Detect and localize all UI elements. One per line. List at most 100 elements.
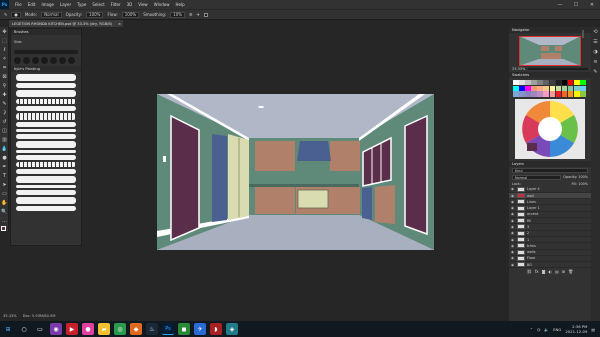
brush-stroke-preview[interactable] bbox=[16, 155, 76, 160]
eye-icon[interactable]: ◉ bbox=[511, 219, 515, 223]
eye-icon[interactable]: ◉ bbox=[511, 231, 515, 235]
navigator-zoom[interactable]: 33.33% bbox=[512, 67, 525, 71]
swatch[interactable] bbox=[573, 91, 580, 97]
eye-icon[interactable]: ◉ bbox=[511, 225, 515, 229]
network-icon[interactable]: ⌬ bbox=[537, 327, 540, 332]
eraser-tool-icon[interactable]: ◫ bbox=[0, 126, 9, 135]
move-tool-icon[interactable]: ✥ bbox=[0, 27, 9, 36]
swatch[interactable] bbox=[573, 80, 580, 86]
swatch[interactable] bbox=[549, 91, 556, 97]
app-icon-pink[interactable]: ● bbox=[82, 323, 94, 335]
swatch[interactable] bbox=[531, 80, 537, 86]
task-view-icon[interactable]: ▭ bbox=[34, 323, 46, 335]
brush-preset[interactable] bbox=[14, 57, 21, 64]
brush-preset[interactable] bbox=[23, 57, 30, 64]
swatch[interactable] bbox=[525, 91, 531, 97]
swatch[interactable] bbox=[543, 91, 550, 97]
app-icon-teal[interactable]: ◈ bbox=[226, 323, 238, 335]
menu-image[interactable]: Image bbox=[41, 2, 54, 7]
eye-icon[interactable]: ◉ bbox=[511, 212, 515, 216]
hand-tool-icon[interactable]: ✋ bbox=[0, 198, 9, 207]
swatch[interactable] bbox=[519, 91, 525, 97]
brush-preset-picker[interactable]: ● bbox=[11, 11, 21, 18]
layer-kind-filter[interactable]: Kind bbox=[512, 167, 588, 173]
swatch[interactable] bbox=[555, 80, 562, 86]
eye-icon[interactable]: ◉ bbox=[511, 238, 515, 242]
menu-window[interactable]: Window bbox=[154, 2, 170, 7]
brush-stroke-preview[interactable] bbox=[16, 190, 76, 195]
channels-panel-icon[interactable]: ≋ bbox=[591, 57, 600, 67]
app-icon-green[interactable]: ◼ bbox=[178, 323, 190, 335]
brush-stroke-preview[interactable] bbox=[16, 129, 76, 132]
close-button[interactable]: ✕ bbox=[584, 0, 600, 9]
swatch[interactable] bbox=[537, 91, 543, 97]
brush-stroke-preview[interactable] bbox=[16, 162, 76, 167]
swatch[interactable] bbox=[543, 80, 550, 86]
navigator-zoom-slider[interactable] bbox=[528, 68, 588, 70]
dodge-tool-icon[interactable]: ● bbox=[0, 153, 9, 162]
eye-icon[interactable]: ◉ bbox=[511, 200, 515, 204]
brush-stroke-preview[interactable] bbox=[16, 134, 76, 139]
foreground-color[interactable] bbox=[1, 226, 6, 231]
photoshop-taskbar-icon[interactable]: Ps bbox=[162, 323, 174, 335]
brush-preset[interactable] bbox=[50, 57, 57, 64]
frame-tool-icon[interactable]: ⊠ bbox=[0, 72, 9, 81]
chrome-icon[interactable]: ◎ bbox=[114, 323, 126, 335]
healing-tool-icon[interactable]: ✚ bbox=[0, 90, 9, 99]
search-icon[interactable]: ○ bbox=[18, 323, 30, 335]
brush-stroke-preview[interactable] bbox=[16, 74, 76, 81]
brush-stroke-preview[interactable] bbox=[16, 122, 76, 127]
mask-icon[interactable]: ◙ bbox=[542, 269, 546, 274]
brush-tool-icon[interactable]: ✎ bbox=[0, 99, 9, 108]
minimize-button[interactable]: — bbox=[552, 0, 568, 9]
brush-folder[interactable]: Kyle's Painting bbox=[11, 66, 81, 72]
marquee-tool-icon[interactable]: ⬚ bbox=[0, 36, 9, 45]
flow-input[interactable]: 100% bbox=[121, 11, 140, 18]
swatch[interactable] bbox=[580, 80, 586, 86]
swatch[interactable] bbox=[531, 91, 537, 97]
fx-icon[interactable]: fx bbox=[535, 269, 539, 274]
swatch[interactable] bbox=[525, 80, 531, 86]
document-tab[interactable]: LEGETION RHONDA KITCHEN.psd @ 33.3% (dry… bbox=[9, 20, 123, 27]
swatch[interactable] bbox=[525, 85, 531, 91]
swatch[interactable] bbox=[537, 80, 543, 86]
swatch[interactable] bbox=[519, 80, 525, 86]
brush-stroke-preview[interactable] bbox=[16, 176, 76, 183]
mode-select[interactable]: Normal bbox=[41, 11, 62, 18]
swatch[interactable] bbox=[513, 80, 519, 86]
steam-icon[interactable]: ♨ bbox=[146, 323, 158, 335]
gradient-tool-icon[interactable]: ▥ bbox=[0, 135, 9, 144]
color-swatches-icon[interactable] bbox=[0, 225, 9, 234]
menu-type[interactable]: Type bbox=[77, 2, 86, 7]
eye-icon[interactable]: ◉ bbox=[511, 187, 515, 191]
document-canvas[interactable] bbox=[157, 94, 434, 250]
path-select-tool-icon[interactable]: ➤ bbox=[0, 180, 9, 189]
pressure-toggle[interactable] bbox=[204, 12, 208, 17]
menu-layer[interactable]: Layer bbox=[60, 2, 71, 7]
swatch[interactable] bbox=[537, 85, 543, 91]
brush-preset[interactable] bbox=[41, 57, 48, 64]
delete-layer-icon[interactable]: 🗑 bbox=[568, 269, 573, 274]
brush-stroke-preview[interactable] bbox=[16, 90, 76, 97]
swatch[interactable] bbox=[567, 80, 574, 86]
swatch[interactable] bbox=[561, 80, 568, 86]
swatch[interactable] bbox=[555, 85, 562, 91]
brush-stroke-preview[interactable] bbox=[16, 141, 76, 148]
swatch[interactable] bbox=[531, 85, 537, 91]
app-icon-blue[interactable]: ✈ bbox=[194, 323, 206, 335]
swatch[interactable] bbox=[580, 85, 586, 91]
layer-blend-mode[interactable]: Normal bbox=[512, 174, 562, 180]
brush-stroke-preview[interactable] bbox=[16, 106, 76, 111]
swatch[interactable] bbox=[567, 85, 574, 91]
brush-stroke-preview[interactable] bbox=[16, 83, 76, 88]
file-explorer-icon[interactable]: ▰ bbox=[98, 323, 110, 335]
history-brush-icon[interactable]: ↺ bbox=[0, 117, 9, 126]
app-icon-red[interactable]: ▶ bbox=[66, 323, 78, 335]
tray-chevron-icon[interactable]: ⌃ bbox=[530, 327, 533, 332]
swatch[interactable] bbox=[513, 85, 519, 91]
blur-tool-icon[interactable]: 💧 bbox=[0, 144, 9, 153]
swatch[interactable] bbox=[580, 91, 586, 97]
brush-size-slider[interactable] bbox=[14, 50, 78, 54]
app-icon-orange[interactable]: ◆ bbox=[130, 323, 142, 335]
color-wheel[interactable] bbox=[515, 98, 585, 159]
